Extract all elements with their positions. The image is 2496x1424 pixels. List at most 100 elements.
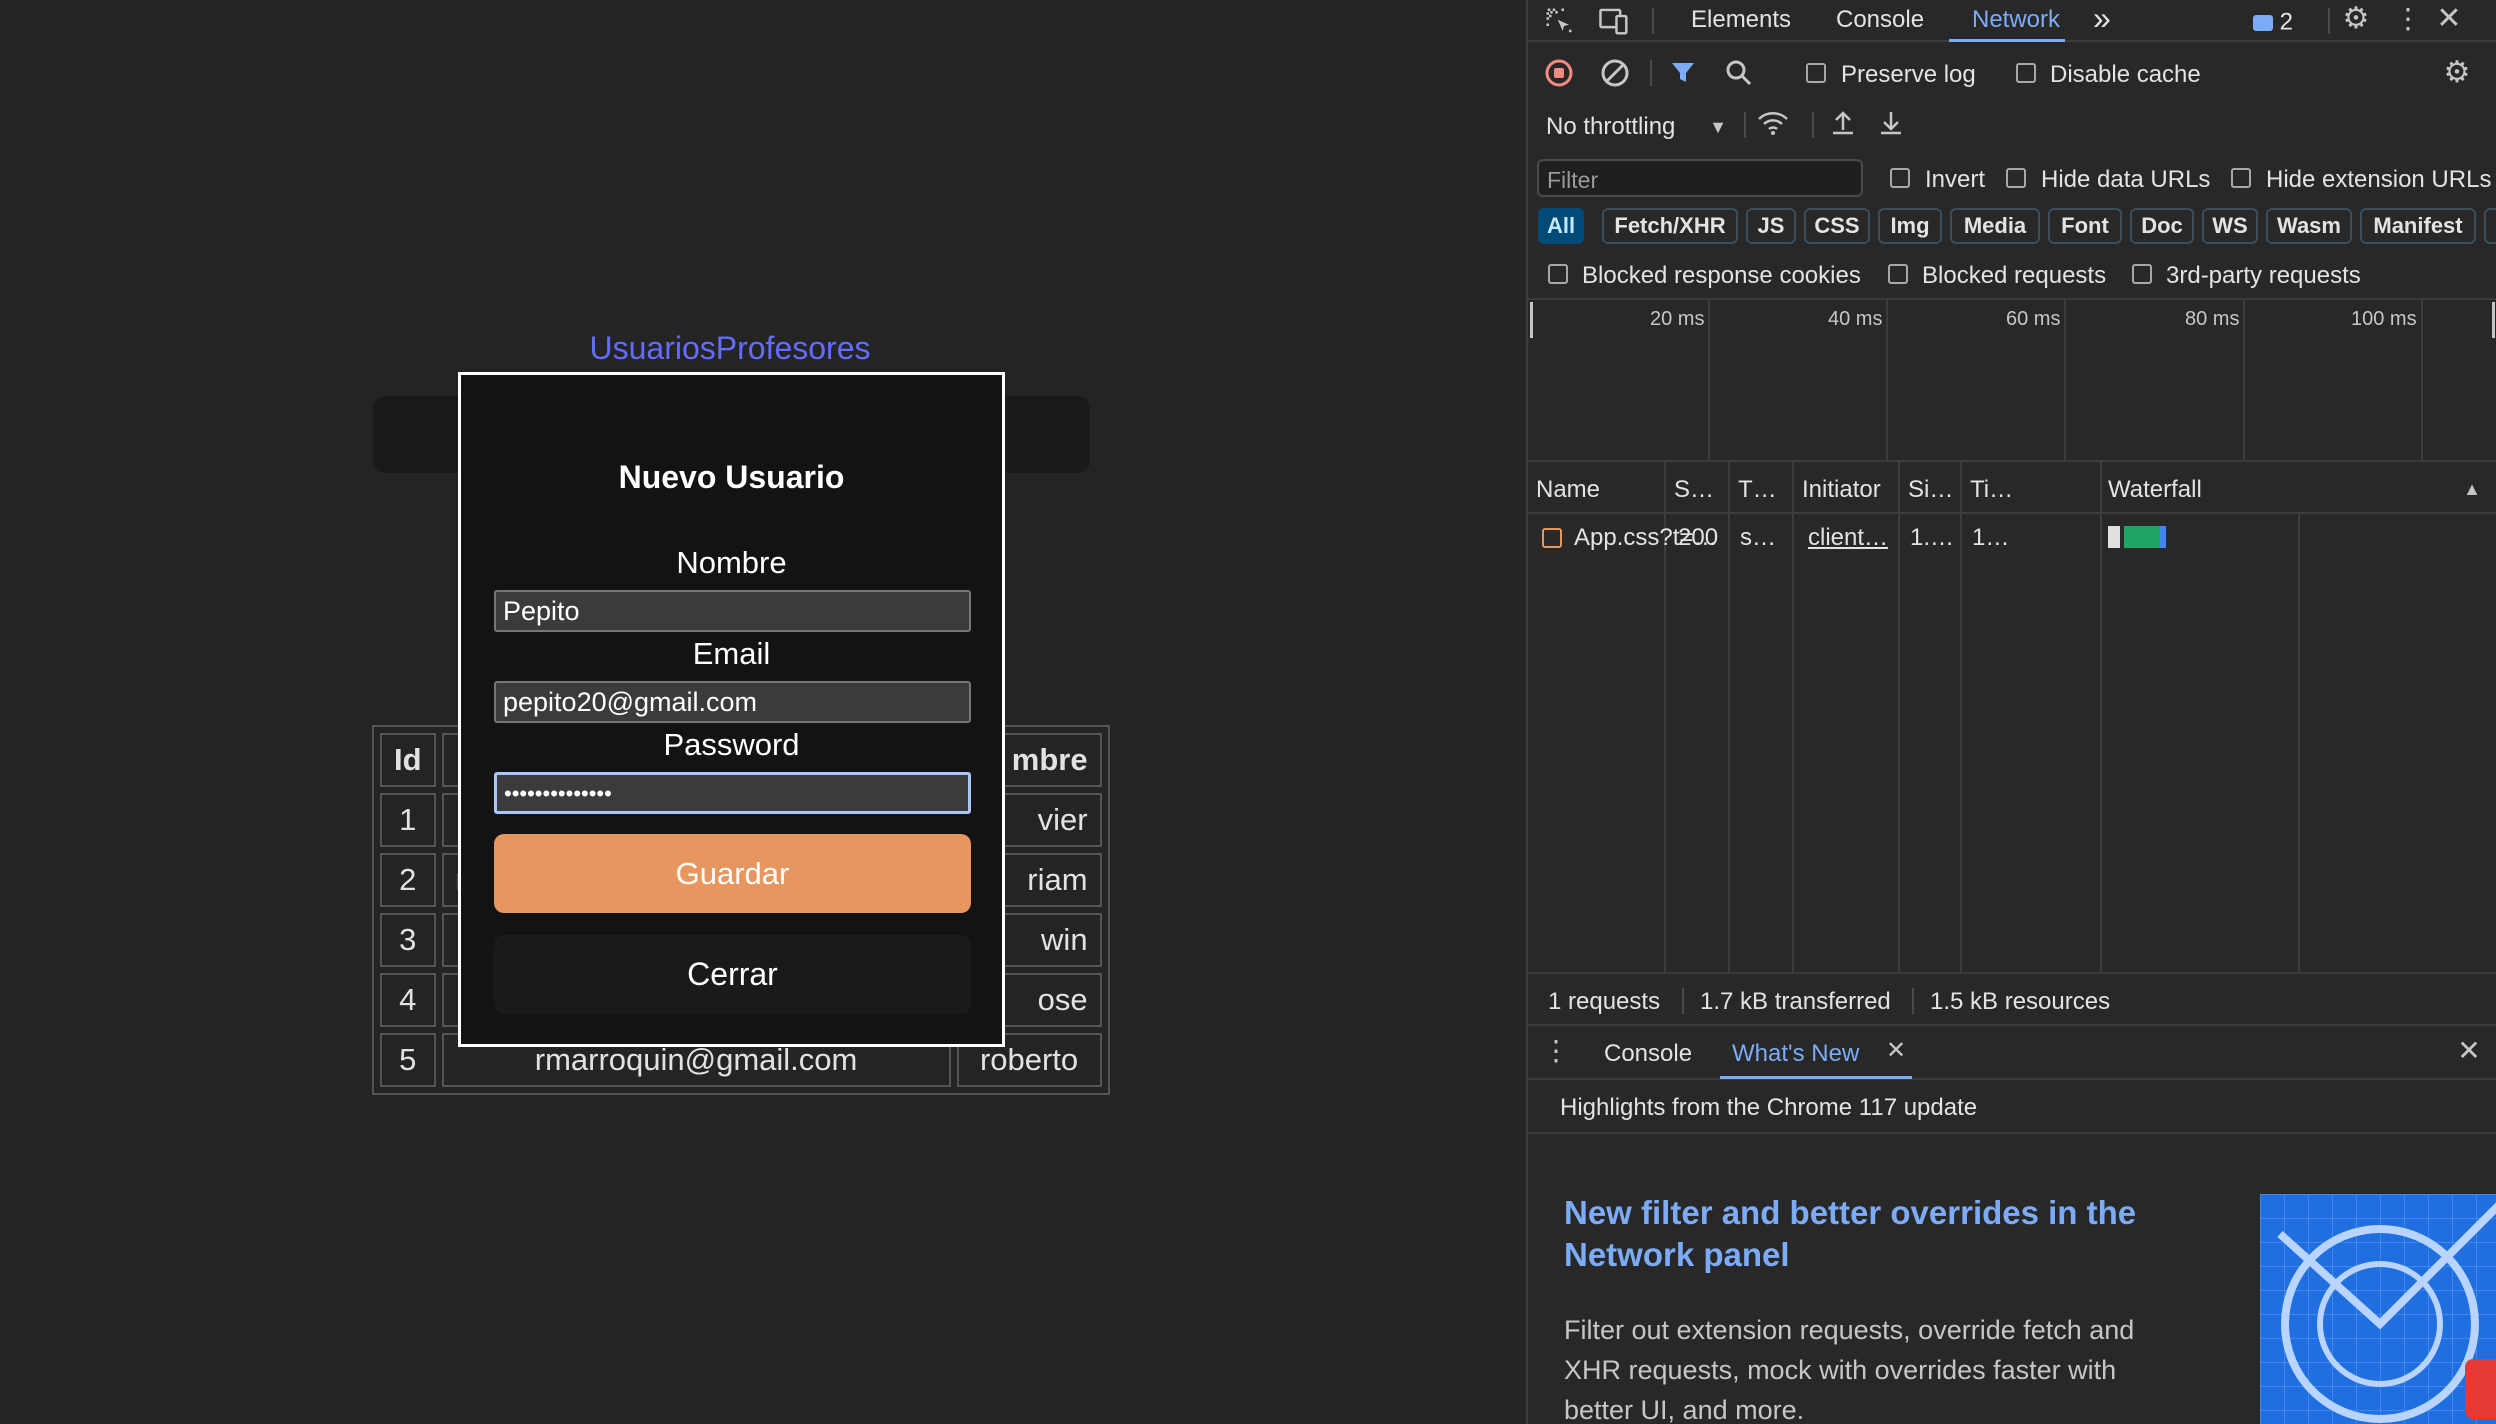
request-initiator-link[interactable]: client… xyxy=(1808,524,1888,552)
timeline-handle-left[interactable] xyxy=(1530,302,1533,338)
blocked-requests-checkbox[interactable] xyxy=(1888,264,1908,284)
app-viewport: UsuariosProfesores Id mbre 1 vier 2 r ri… xyxy=(0,0,1526,1424)
timeline-handle-right[interactable] xyxy=(2492,302,2495,338)
column-time[interactable]: Ti… xyxy=(1970,476,2013,504)
clear-log-icon[interactable] xyxy=(1600,58,1630,94)
hide-extension-urls-label: Hide extension URLs xyxy=(2266,166,2492,193)
filter-input[interactable]: Filter xyxy=(1537,159,1863,197)
column-status[interactable]: S… xyxy=(1674,476,1714,504)
request-time: 1… xyxy=(1972,524,2010,551)
row-id: 1 xyxy=(380,793,436,847)
record-stop-icon[interactable] xyxy=(1544,58,1574,94)
invert-checkbox[interactable] xyxy=(1890,168,1910,188)
table-header-id: Id xyxy=(380,733,436,787)
network-settings-icon[interactable]: ⚙ xyxy=(2441,58,2473,88)
search-icon[interactable] xyxy=(1724,58,1754,94)
row-id: 4 xyxy=(380,973,436,1027)
close-devtools-icon[interactable]: ✕ xyxy=(2434,4,2464,34)
more-tabs-icon[interactable]: » xyxy=(2093,0,2111,37)
name-input[interactable]: Pepito xyxy=(494,590,971,632)
column-initiator[interactable]: Initiator xyxy=(1802,476,1881,504)
inspect-element-icon[interactable] xyxy=(1544,6,1574,42)
type-filter-font[interactable]: Font xyxy=(2048,208,2122,244)
row-id: 3 xyxy=(380,913,436,967)
export-har-icon[interactable] xyxy=(1876,108,1906,144)
column-name[interactable]: Name xyxy=(1536,476,1600,504)
devtools-panel: Elements Console Network » 2 ⚙ ⋮ ✕ Prese… xyxy=(1526,0,2496,1424)
filter-funnel-icon[interactable] xyxy=(1668,58,1698,94)
column-size[interactable]: Si… xyxy=(1908,476,1953,504)
issues-count: 2 xyxy=(2279,8,2294,36)
modal-title: Nuevo Usuario xyxy=(618,459,845,495)
preserve-log-checkbox[interactable] xyxy=(1806,63,1826,83)
email-input[interactable]: pepito20@gmail.com xyxy=(494,681,971,723)
drawer-tab-whats-new[interactable]: What's New xyxy=(1732,1040,1859,1068)
blocked-cookies-checkbox[interactable] xyxy=(1548,264,1568,284)
network-conditions-icon[interactable] xyxy=(1756,108,1790,144)
close-button[interactable]: Cerrar xyxy=(494,935,971,1014)
drawer-active-indicator xyxy=(1720,1076,1912,1079)
blocked-requests-label: Blocked requests xyxy=(1922,262,2107,289)
more-options-icon[interactable]: ⋮ xyxy=(2394,4,2422,34)
disable-cache-label: Disable cache xyxy=(2050,61,2201,88)
close-tab-icon[interactable]: ✕ xyxy=(1884,1036,1908,1066)
timeline-label: 60 ms xyxy=(2006,308,2061,330)
type-filter-css[interactable]: CSS xyxy=(1804,208,1870,244)
whats-new-title-link[interactable]: New filter and better overrides in the N… xyxy=(1564,1192,2184,1276)
password-input[interactable]: •••••••••••••• xyxy=(494,772,971,814)
sort-ascending-icon[interactable]: ▲ xyxy=(2462,474,2482,504)
type-filter-js[interactable]: JS xyxy=(1746,208,1796,244)
timeline-label: 80 ms xyxy=(2185,308,2240,330)
timeline-overview[interactable]: 20 ms 40 ms 60 ms 80 ms 100 ms xyxy=(1528,298,2496,462)
stylesheet-icon xyxy=(1542,528,1562,548)
third-party-checkbox[interactable] xyxy=(2132,264,2152,284)
type-filter-media[interactable]: Media xyxy=(1950,208,2040,244)
timeline-label: 40 ms xyxy=(1828,308,1883,330)
request-status: 200 xyxy=(1678,524,1719,551)
type-filter-manifest[interactable]: Manifest xyxy=(2360,208,2476,244)
column-waterfall[interactable]: Waterfall xyxy=(2108,476,2202,504)
type-filter-ws[interactable]: WS xyxy=(2202,208,2258,244)
chevron-down-icon[interactable]: ▼ xyxy=(1708,112,1728,142)
column-type[interactable]: T… xyxy=(1738,476,1777,504)
issues-counter[interactable]: 2 xyxy=(2253,8,2293,37)
issues-icon xyxy=(2253,14,2273,31)
third-party-label: 3rd-party requests xyxy=(2166,262,2361,289)
type-filter-overflow[interactable] xyxy=(2484,208,2496,244)
requests-grid-header: Name S… T… Initiator Si… Ti… Waterfall ▲ xyxy=(1528,462,2496,514)
type-filter-all[interactable]: All xyxy=(1538,208,1584,244)
hide-extension-urls-checkbox[interactable] xyxy=(2231,168,2251,188)
save-button[interactable]: Guardar xyxy=(494,834,971,913)
whats-new-illustration xyxy=(2260,1194,2496,1424)
whats-new-subtitle: Highlights from the Chrome 117 update xyxy=(1560,1094,1978,1121)
close-drawer-icon[interactable]: ✕ xyxy=(2454,1036,2484,1066)
type-filter-doc[interactable]: Doc xyxy=(2130,208,2194,244)
type-filter-fetch-xhr[interactable]: Fetch/XHR xyxy=(1602,208,1738,244)
email-label: Email xyxy=(692,636,771,671)
usuarios-profesores-link[interactable]: UsuariosProfesores xyxy=(0,330,1460,367)
new-user-modal: Nuevo Usuario Nombre Pepito Email pepito… xyxy=(458,372,1005,1047)
import-har-icon[interactable] xyxy=(1828,108,1858,144)
devtools-tabbar: Elements Console Network » 2 ⚙ ⋮ ✕ xyxy=(1528,0,2496,42)
settings-gear-icon[interactable]: ⚙ xyxy=(2340,4,2372,34)
throttling-select[interactable]: No throttling xyxy=(1546,113,1675,141)
type-filter-img[interactable]: Img xyxy=(1878,208,1942,244)
drawer-tab-console[interactable]: Console xyxy=(1604,1040,1692,1068)
tab-elements[interactable]: Elements xyxy=(1691,6,1791,34)
password-label: Password xyxy=(663,727,800,762)
network-status-bar: 1 requests 1.7 kB transferred 1.5 kB res… xyxy=(1528,972,2496,1026)
tab-network[interactable]: Network xyxy=(1972,6,2060,34)
waterfall-queue-bar xyxy=(2108,526,2120,548)
whats-new-body: Filter out extension requests, override … xyxy=(1564,1315,2135,1424)
type-filter-wasm[interactable]: Wasm xyxy=(2266,208,2352,244)
drawer-menu-icon[interactable]: ⋮ xyxy=(1542,1036,1570,1066)
hide-data-urls-label: Hide data URLs xyxy=(2041,166,2211,193)
disable-cache-checkbox[interactable] xyxy=(2016,63,2036,83)
hide-data-urls-checkbox[interactable] xyxy=(2006,168,2026,188)
status-resources: 1.5 kB resources xyxy=(1930,988,2111,1015)
drawer-tabbar: ⋮ Console What's New ✕ ✕ xyxy=(1528,1026,2496,1080)
device-toolbar-icon[interactable] xyxy=(1598,6,1630,42)
name-label: Nombre xyxy=(676,545,787,580)
preserve-log-label: Preserve log xyxy=(1841,61,1976,88)
tab-console[interactable]: Console xyxy=(1836,6,1924,34)
